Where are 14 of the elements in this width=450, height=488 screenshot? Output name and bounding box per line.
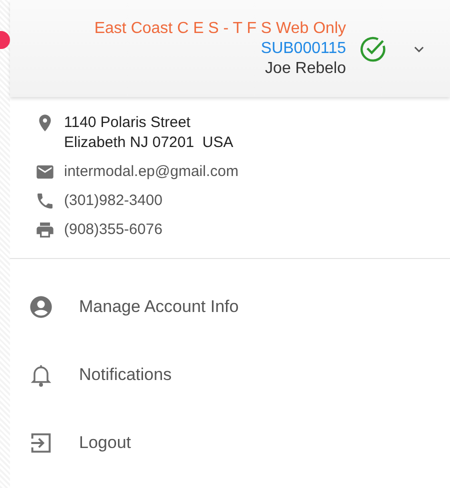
printer-icon <box>35 220 55 240</box>
phone-icon <box>35 191 55 211</box>
user-name: Joe Rebelo <box>265 60 346 78</box>
account-icon <box>28 294 54 320</box>
company-name: East Coast C E S - T F S Web Only <box>94 20 346 38</box>
account-id: SUB000115 <box>260 40 346 58</box>
address-line: Elizabeth NJ 07201 USA <box>64 133 234 153</box>
menu-item[interactable]: Logout <box>10 409 450 477</box>
menu-item[interactable]: Notifications <box>10 341 450 409</box>
email-address: intermodal.ep@gmail.com <box>64 162 238 182</box>
phone-number: (301)982-3400 <box>64 191 162 211</box>
menu-item[interactable]: Manage Account Info <box>10 273 450 341</box>
address-line: 1140 Polaris Street <box>64 113 192 133</box>
phone-number: (908)355-6076 <box>64 220 162 240</box>
